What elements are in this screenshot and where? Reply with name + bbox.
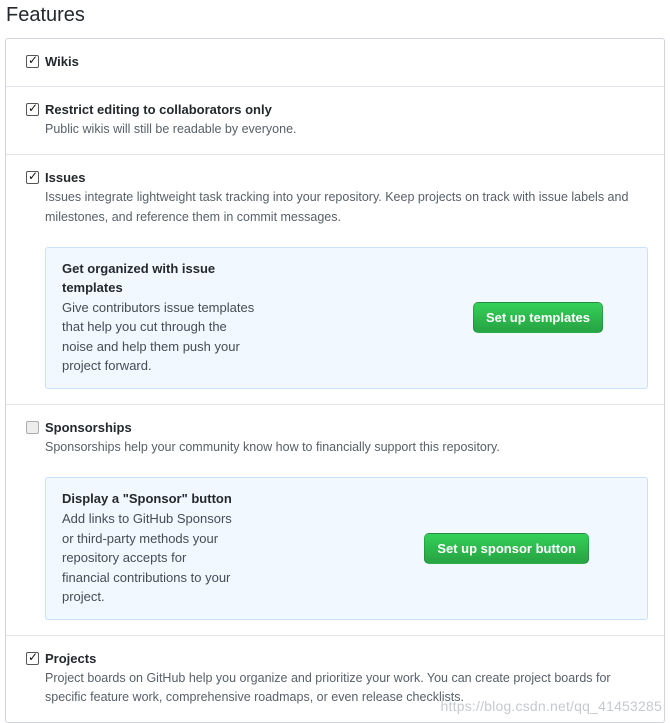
set-up-templates-button[interactable]: Set up templates <box>473 302 603 333</box>
restrict-editing-label: Restrict editing to collaborators only <box>45 101 272 119</box>
issue-templates-promo-description: Give contributors issue templates that h… <box>62 298 259 376</box>
sponsorships-label: Sponsorships <box>45 419 132 437</box>
features-settings-page: Features Wikis Restrict editing to colla… <box>0 0 670 723</box>
restrict-editing-checkbox[interactable] <box>26 103 39 116</box>
sponsorships-note: Sponsorships help your community know ho… <box>45 438 645 457</box>
issue-templates-promo-title: Get organized with issue templates <box>62 260 259 298</box>
wikis-label: Wikis <box>45 53 79 71</box>
feature-row-restrict-editing: Restrict editing to collaborators only P… <box>6 86 664 154</box>
projects-note: Project boards on GitHub help you organi… <box>45 669 645 708</box>
issues-note: Issues integrate lightweight task tracki… <box>45 188 645 227</box>
sponsor-promo-description: Add links to GitHub Sponsors or third-pa… <box>62 509 235 607</box>
wikis-checkbox[interactable] <box>26 55 39 68</box>
feature-row-projects: Projects Project boards on GitHub help y… <box>6 635 664 723</box>
sponsor-promo-title: Display a "Sponsor" button <box>62 490 235 509</box>
sponsorships-checkbox[interactable] <box>26 421 39 434</box>
restrict-editing-note: Public wikis will still be readable by e… <box>45 120 645 139</box>
projects-label: Projects <box>45 650 96 668</box>
set-up-sponsor-button[interactable]: Set up sponsor button <box>424 533 589 564</box>
feature-row-issues: Issues Issues integrate lightweight task… <box>6 154 664 403</box>
sponsor-button-promo-box: Display a "Sponsor" button Add links to … <box>45 477 648 619</box>
issues-label: Issues <box>45 169 85 187</box>
issues-checkbox[interactable] <box>26 171 39 184</box>
page-title: Features <box>6 3 665 28</box>
issue-templates-promo-box: Get organized with issue templates Give … <box>45 247 648 389</box>
features-box: Wikis Restrict editing to collaborators … <box>5 38 665 723</box>
projects-checkbox[interactable] <box>26 652 39 665</box>
feature-row-sponsorships: Sponsorships Sponsorships help your comm… <box>6 404 664 635</box>
feature-row-wikis: Wikis <box>6 39 664 86</box>
